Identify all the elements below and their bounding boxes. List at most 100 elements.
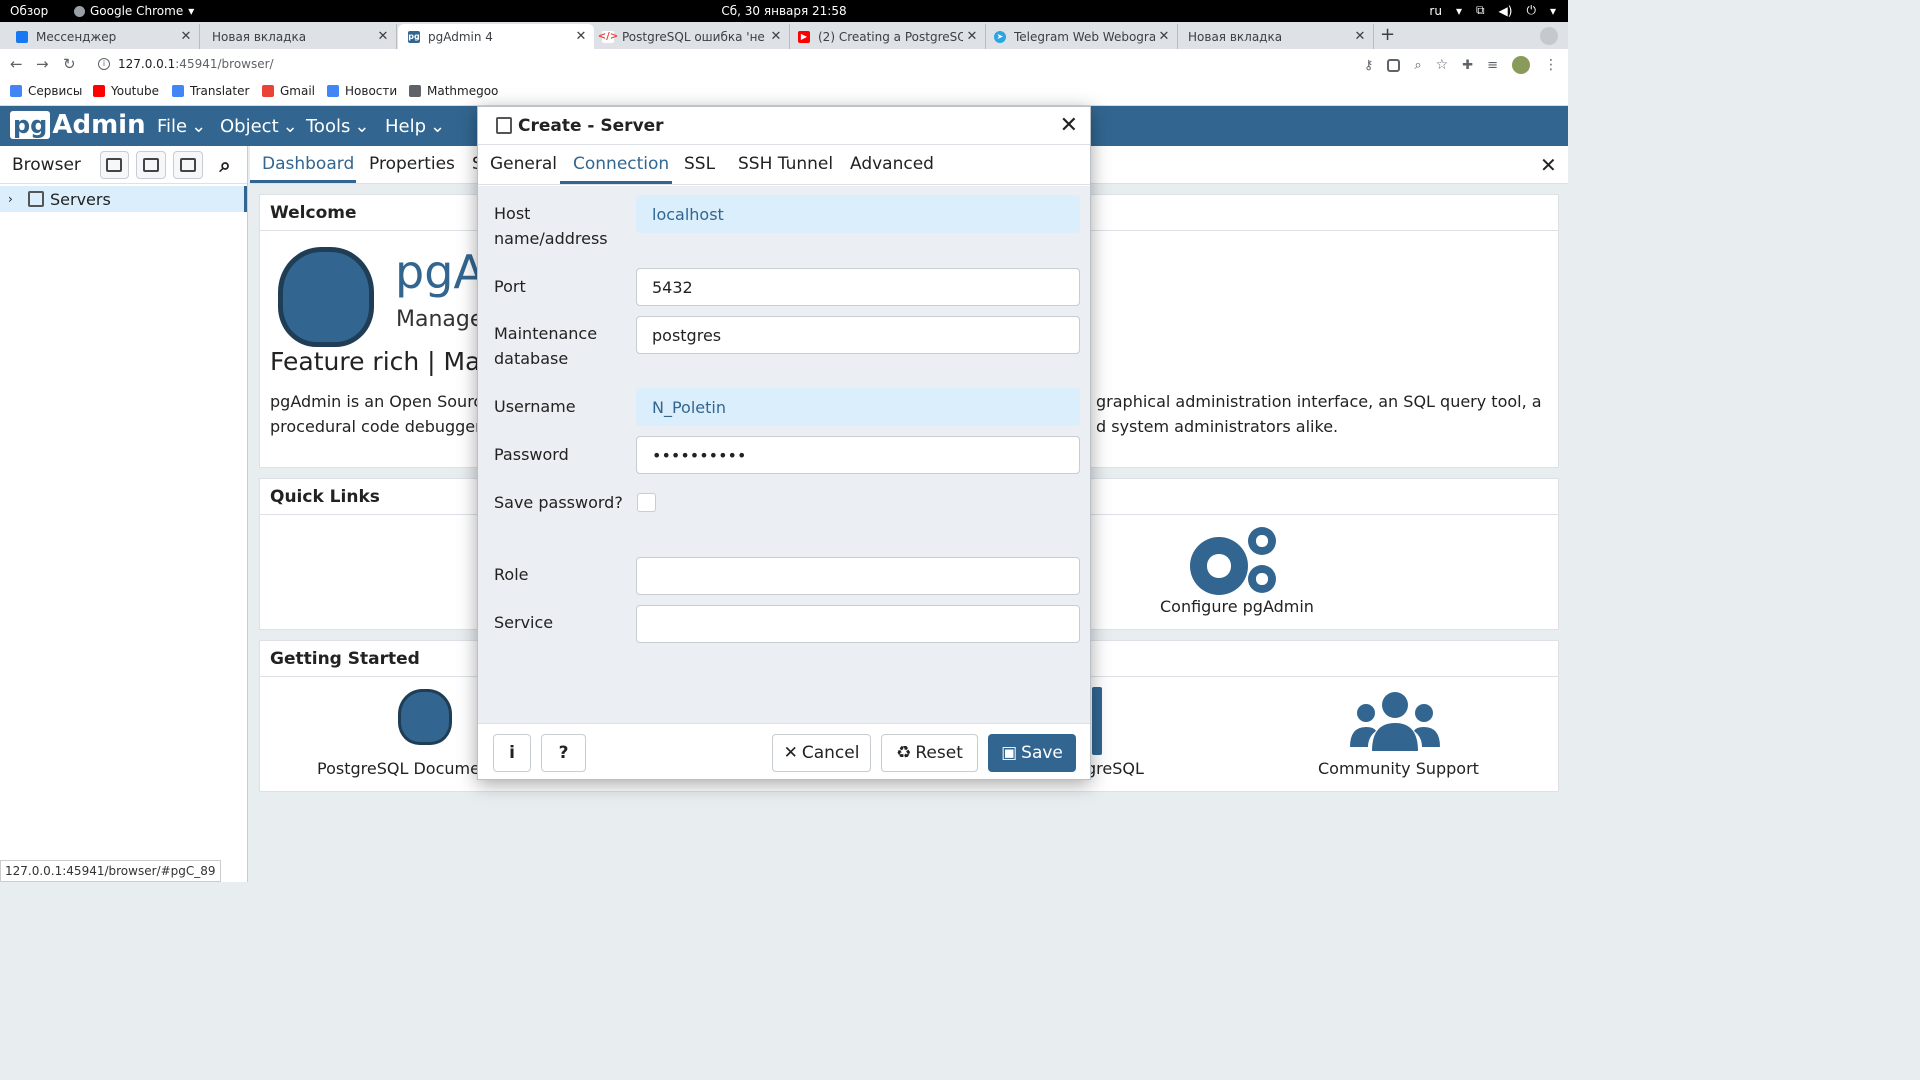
gear-icon (1190, 537, 1248, 595)
tab-title: (2) Creating a PostgreSQL (818, 29, 963, 44)
system-tray[interactable]: ru ▾ ⧉ ◀) ⏻ ▾ (1429, 3, 1556, 18)
close-tab-icon[interactable]: ✕ (1351, 29, 1369, 44)
site-info-icon[interactable]: i (98, 58, 110, 70)
tab-general[interactable]: General (490, 154, 557, 174)
dialog-header[interactable]: Create - Server ✕ (478, 107, 1090, 145)
bookmark-services[interactable]: Сервисы (10, 84, 82, 98)
dialog-tab-bar: General Connection SSL SSH Tunnel Advanc… (478, 145, 1090, 185)
bookmark-label: Translater (190, 84, 250, 98)
chevron-right-icon[interactable]: › (8, 192, 20, 206)
bookmark-star-icon[interactable]: ☆ (1436, 57, 1449, 73)
tab-dashboard[interactable]: Dashboard (262, 154, 354, 174)
close-tab-icon[interactable]: ✕ (572, 29, 590, 44)
kebab-menu-icon[interactable]: ⋮ (1544, 57, 1558, 73)
bookmark-youtube[interactable]: Youtube (93, 84, 159, 98)
messenger-icon (16, 30, 28, 43)
tab-advanced[interactable]: Advanced (850, 154, 934, 174)
save-button[interactable]: ▣ Save (988, 734, 1076, 772)
save-password-label: Save password? (494, 493, 623, 512)
query-tool-button[interactable] (99, 150, 130, 179)
cancel-button[interactable]: ✕ Cancel (772, 734, 871, 772)
database-icon (106, 157, 123, 172)
welcome-desc-left: pgAdmin is an Open Source procedural cod… (270, 389, 497, 439)
info-icon: i (509, 743, 515, 763)
save-password-checkbox[interactable] (637, 493, 656, 512)
browser-tab-messenger[interactable]: Мессенджер ✕ (0, 24, 200, 49)
tab-ssh-tunnel[interactable]: SSH Tunnel (738, 154, 833, 174)
reload-icon[interactable]: ↻ (63, 55, 76, 73)
help-button[interactable]: ? (541, 734, 586, 772)
close-tab-icon[interactable]: ✕ (963, 29, 981, 44)
search-button[interactable]: ⌕ (210, 151, 240, 179)
welcome-brand: pgA (395, 245, 485, 299)
view-data-button[interactable] (136, 150, 167, 179)
tab-search-icon[interactable] (1540, 27, 1558, 45)
bookmark-gmail[interactable]: Gmail (262, 84, 315, 98)
menu-tools[interactable]: Tools ⌄ (306, 116, 369, 137)
new-tab-button[interactable]: + (1380, 24, 1395, 45)
tab-title: Мессенджер (36, 29, 117, 44)
folder-icon (409, 85, 421, 97)
dialog-footer: i ? ✕ Cancel ♻ Reset ▣ Save (478, 723, 1090, 779)
close-tab-icon[interactable]: ✕ (374, 29, 392, 44)
menu-help[interactable]: Help ⌄ (385, 116, 445, 137)
port-input[interactable] (636, 268, 1080, 306)
bookmarks-bar: Сервисы Youtube Translater Gmail Новости… (0, 79, 1568, 106)
reset-button[interactable]: ♻ Reset (881, 734, 978, 772)
back-icon[interactable]: ← (10, 55, 23, 73)
floppy-disk-icon: ▣ (1001, 743, 1018, 763)
role-input[interactable] (636, 557, 1080, 595)
system-clock[interactable]: Сб, 30 января 21:58 (0, 4, 1568, 18)
profile-avatar[interactable] (1512, 56, 1530, 74)
info-button[interactable]: i (493, 734, 531, 772)
translate-icon (172, 85, 184, 97)
bookmark-mathmegoo[interactable]: Mathmegoo (409, 84, 498, 98)
table-icon (143, 157, 160, 172)
bookmark-label: Youtube (111, 84, 159, 98)
translate-icon[interactable] (1387, 58, 1401, 72)
browser-tab-youtube[interactable]: ▶ (2) Creating a PostgreSQL ✕ (790, 24, 986, 49)
volume-icon: ◀) (1498, 3, 1513, 18)
forward-icon[interactable]: → (36, 55, 49, 73)
tab-ssl[interactable]: SSL (684, 154, 715, 174)
service-input[interactable] (636, 605, 1080, 643)
postgres-book-icon (1092, 687, 1102, 755)
browser-tab-telegram[interactable]: ➤ Telegram Web Webogram ✕ (986, 24, 1178, 49)
recycle-icon: ♻ (896, 743, 912, 763)
browser-tab-pgadmin[interactable]: pg pgAdmin 4 ✕ (398, 24, 594, 49)
menu-object[interactable]: Object ⌄ (220, 116, 298, 137)
close-tab-icon[interactable]: ✕ (177, 29, 195, 44)
bookmark-news[interactable]: Новости (327, 84, 397, 98)
zoom-icon[interactable]: ⌕ (1414, 58, 1421, 73)
media-icon[interactable]: ≡ (1487, 58, 1498, 73)
tab-title: Новая вкладка (1188, 29, 1283, 44)
help-icon: ? (558, 743, 569, 763)
close-tab-icon[interactable]: ✕ (1155, 29, 1173, 44)
browser-tab-postgres-error[interactable]: </> PostgreSQL ошибка 'не у ✕ (594, 24, 790, 49)
caret-down-icon: ⌄ (282, 116, 298, 137)
filter-rows-button[interactable] (173, 150, 204, 179)
tree-node-servers[interactable]: › Servers (0, 186, 247, 212)
tab-connection[interactable]: Connection (573, 154, 669, 174)
tab-properties[interactable]: Properties (369, 154, 455, 174)
password-input[interactable] (636, 436, 1080, 474)
close-panel-icon[interactable]: ✕ (1540, 153, 1557, 177)
menu-file[interactable]: File ⌄ (157, 116, 206, 137)
youtube-icon (93, 85, 105, 97)
username-input[interactable] (636, 388, 1080, 426)
reset-label: Reset (915, 743, 963, 763)
address-bar[interactable]: i 127.0.0.1:45941/browser/ (90, 52, 1348, 76)
browser-tab-new-2[interactable]: Новая вкладка ✕ (1178, 24, 1374, 49)
browser-tab-new[interactable]: Новая вкладка ✕ (200, 24, 397, 49)
keyboard-layout[interactable]: ru (1429, 4, 1442, 18)
bookmark-translater[interactable]: Translater (172, 84, 249, 98)
host-input[interactable] (636, 195, 1080, 233)
extensions-icon[interactable]: ✚ (1462, 58, 1473, 73)
key-icon[interactable]: ⚷ (1364, 58, 1374, 73)
gear-small-icon (1248, 565, 1276, 593)
close-dialog-icon[interactable]: ✕ (1060, 113, 1078, 138)
maintenance-db-input[interactable] (636, 316, 1080, 354)
browser-toolbar: ← → ↻ i 127.0.0.1:45941/browser/ ⚷ ⌕ ☆ ✚… (0, 49, 1568, 79)
youtube-favicon-icon: ▶ (798, 30, 810, 43)
close-tab-icon[interactable]: ✕ (767, 29, 785, 44)
